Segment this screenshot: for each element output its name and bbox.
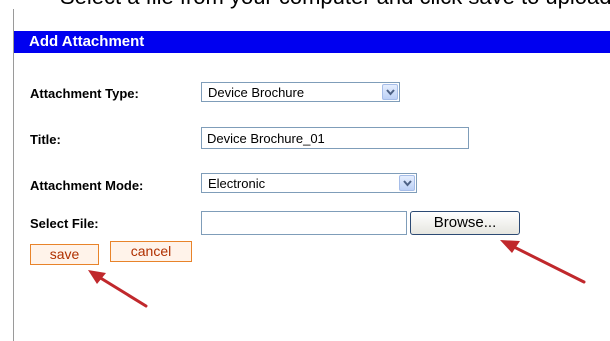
attachment-mode-value: Electronic <box>208 176 266 191</box>
attachment-type-label: Attachment Type: <box>30 86 139 101</box>
title-label: Title: <box>30 132 61 147</box>
cancel-button[interactable]: cancel <box>110 241 192 262</box>
select-file-label: Select File: <box>30 216 99 231</box>
chevron-down-icon[interactable] <box>382 84 398 100</box>
title-field[interactable] <box>201 127 469 149</box>
file-path-input[interactable] <box>201 211 407 235</box>
attachment-type-value: Device Brochure <box>208 85 305 100</box>
dialog-header: Add Attachment <box>14 31 610 53</box>
attachment-mode-select[interactable]: Electronic <box>201 173 417 193</box>
chevron-down-icon[interactable] <box>399 175 415 191</box>
attachment-type-select[interactable]: Device Brochure <box>201 82 400 102</box>
save-button[interactable]: save <box>30 244 99 265</box>
attachment-mode-label: Attachment Mode: <box>30 178 144 193</box>
annotation-arrow-save <box>88 270 148 308</box>
annotation-arrow-browse <box>500 240 586 284</box>
dialog-title: Add Attachment <box>29 33 145 50</box>
